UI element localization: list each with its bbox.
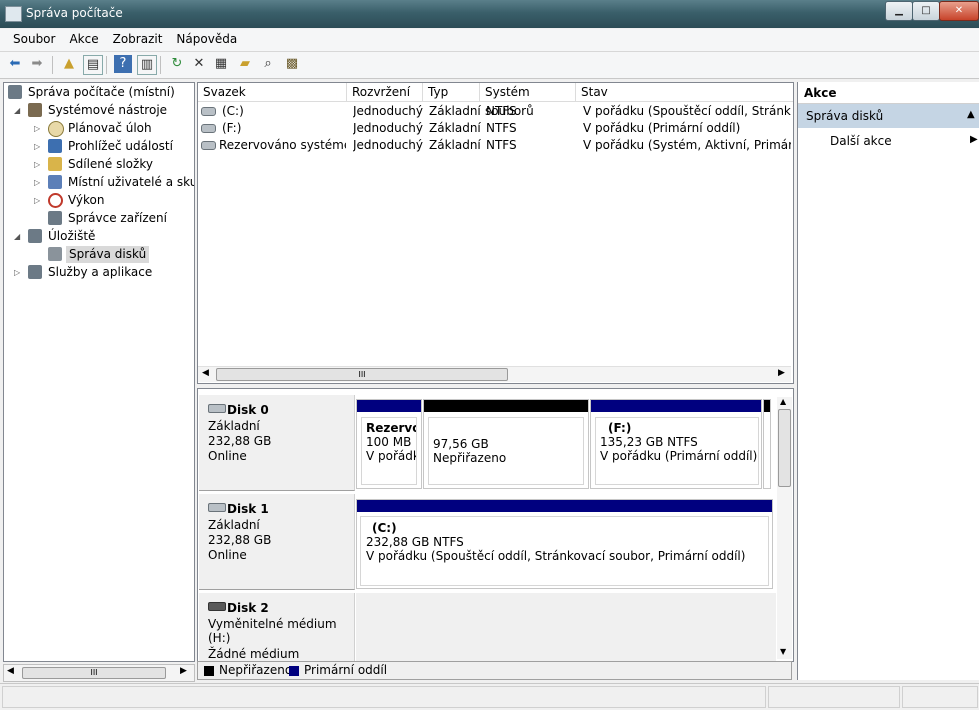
column-status[interactable]: Stav	[576, 83, 793, 102]
submenu-arrow-icon: ▶	[970, 134, 978, 145]
scroll-up-icon[interactable]: ▲	[780, 397, 786, 406]
removable-disk-icon	[208, 602, 226, 611]
disk-management-icon	[48, 247, 62, 261]
drive-icon	[201, 141, 216, 150]
users-icon	[48, 175, 62, 189]
toolbar: ⬅ ➡ ▲ ▤ ? ▥ ↻ ✕ ▦ ▰ ⌕ ▩	[0, 52, 979, 79]
menu-action[interactable]: Akce	[62, 29, 105, 49]
list-horizontal-scrollbar[interactable]: ◀ III ▶	[198, 366, 791, 382]
collapsed-arrow-icon[interactable]: ▷	[34, 174, 42, 191]
tools-icon	[28, 103, 42, 117]
column-type[interactable]: Typ	[423, 83, 480, 102]
settings-icon[interactable]: ▩	[283, 55, 301, 73]
scroll-down-icon[interactable]: ▼	[780, 647, 786, 656]
scroll-thumb[interactable]: III	[22, 667, 166, 679]
scroll-left-icon[interactable]: ◀	[7, 666, 14, 676]
collapsed-arrow-icon[interactable]: ▷	[34, 192, 42, 209]
partition-c[interactable]: (C:) 232,88 GB NTFS V pořádku (Spouštěcí…	[356, 499, 773, 589]
partition-unallocated[interactable]: 97,56 GB Nepřiřazeno	[423, 399, 589, 489]
scroll-left-icon[interactable]: ◀	[202, 368, 209, 378]
action-pane-icon[interactable]: ▥	[137, 55, 157, 75]
actions-more[interactable]: Další akce ▶	[798, 132, 979, 150]
scroll-right-icon[interactable]: ▶	[180, 666, 187, 676]
disk-icon	[208, 404, 226, 413]
collapsed-arrow-icon[interactable]: ▷	[14, 264, 22, 281]
expanded-arrow-icon[interactable]: ◢	[14, 228, 22, 245]
back-icon[interactable]: ⬅	[6, 55, 24, 73]
open-folder-icon[interactable]: ▰	[236, 55, 254, 73]
app-icon	[5, 6, 22, 22]
actions-title: Akce	[804, 86, 837, 100]
legend-unallocated-label: Nepřiřazeno	[219, 663, 293, 677]
clock-icon	[48, 121, 64, 137]
legend: Nepřiřazeno Primární oddíl	[197, 661, 792, 680]
delete-icon[interactable]: ✕	[190, 55, 208, 73]
window-title: Správa počítače	[26, 6, 123, 20]
actions-section-disk-management[interactable]: Správa disků ▲	[798, 104, 979, 128]
tree-horizontal-scrollbar[interactable]: ◀ III ▶	[3, 664, 195, 682]
expanded-arrow-icon[interactable]: ◢	[14, 102, 22, 119]
drive-icon	[201, 107, 216, 116]
legend-unallocated-swatch	[204, 666, 214, 676]
shared-folder-icon	[48, 157, 62, 171]
console-tree-icon[interactable]: ▤	[83, 55, 103, 75]
disk-2-header[interactable]: Disk 2 Vyměnitelné médium (H:) Žádné méd…	[199, 593, 355, 661]
column-layout[interactable]: Rozvržení	[347, 83, 423, 102]
disk-map: Disk 0 Základní 232,88 GB Online Rezervo…	[197, 388, 794, 662]
disk-icon	[208, 503, 226, 512]
disk-vertical-scrollbar[interactable]: ▲ ▼	[777, 397, 792, 659]
menu-file[interactable]: Soubor	[6, 29, 62, 49]
partition-more[interactable]	[763, 399, 771, 489]
title-bar: Správa počítače ▁ □ ✕	[0, 0, 979, 28]
legend-primary-swatch	[289, 666, 299, 676]
performance-icon	[48, 193, 63, 208]
scroll-thumb[interactable]: III	[216, 368, 508, 381]
minimize-button[interactable]: ▁	[885, 1, 913, 21]
column-filesystem[interactable]: Systém souborů	[480, 83, 576, 118]
collapsed-arrow-icon[interactable]: ▷	[34, 138, 42, 155]
up-folder-icon[interactable]: ▲	[60, 55, 78, 73]
column-volume[interactable]: Svazek	[198, 83, 347, 102]
disk-0-header[interactable]: Disk 0 Základní 232,88 GB Online	[199, 395, 355, 491]
menu-help[interactable]: Nápověda	[169, 29, 244, 49]
services-icon	[28, 265, 42, 279]
drive-icon	[201, 124, 216, 133]
computer-icon	[8, 85, 22, 99]
disk-1-header[interactable]: Disk 1 Základní 232,88 GB Online	[199, 494, 355, 590]
menu-bar: Soubor Akce Zobrazit Nápověda	[0, 29, 979, 52]
console-tree: Správa počítače (místní) ◢ Systémové nás…	[3, 82, 195, 662]
collapse-icon[interactable]: ▲	[967, 109, 975, 120]
status-bar	[0, 683, 979, 710]
collapsed-arrow-icon[interactable]: ▷	[34, 156, 42, 173]
refresh-icon[interactable]: ↻	[168, 55, 186, 73]
properties-icon[interactable]: ▦	[212, 55, 230, 73]
actions-pane: Akce Správa disků ▲ Další akce ▶	[797, 82, 979, 680]
maximize-button[interactable]: □	[912, 1, 940, 21]
collapsed-arrow-icon[interactable]: ▷	[34, 120, 42, 137]
table-row[interactable]: Rezervováno systémem Jednoduchý Základní…	[198, 137, 793, 154]
scroll-thumb[interactable]	[778, 409, 791, 487]
forward-icon[interactable]: ➡	[28, 55, 46, 73]
menu-view[interactable]: Zobrazit	[106, 29, 170, 49]
table-row[interactable]: (F:) Jednoduchý Základní NTFS V pořádku …	[198, 120, 793, 137]
scroll-right-icon[interactable]: ▶	[778, 368, 785, 378]
close-button[interactable]: ✕	[939, 1, 979, 21]
legend-primary-label: Primární oddíl	[304, 663, 388, 677]
event-viewer-icon	[48, 139, 62, 153]
volume-list: Svazek Rozvržení Typ Systém souborů Stav…	[197, 82, 794, 384]
partition-f[interactable]: (F:) 135,23 GB NTFS V pořádku (Primární …	[590, 399, 762, 489]
disk-2-empty-area	[356, 593, 776, 661]
table-row[interactable]: (C:) Jednoduchý Základní NTFS V pořádku …	[198, 103, 793, 120]
help-icon[interactable]: ?	[114, 55, 132, 73]
partition-system-reserved[interactable]: Rezervováno systémem 100 MB NTFS V pořád…	[356, 399, 422, 489]
search-icon[interactable]: ⌕	[259, 55, 277, 73]
device-manager-icon	[48, 211, 62, 225]
storage-icon	[28, 229, 42, 243]
